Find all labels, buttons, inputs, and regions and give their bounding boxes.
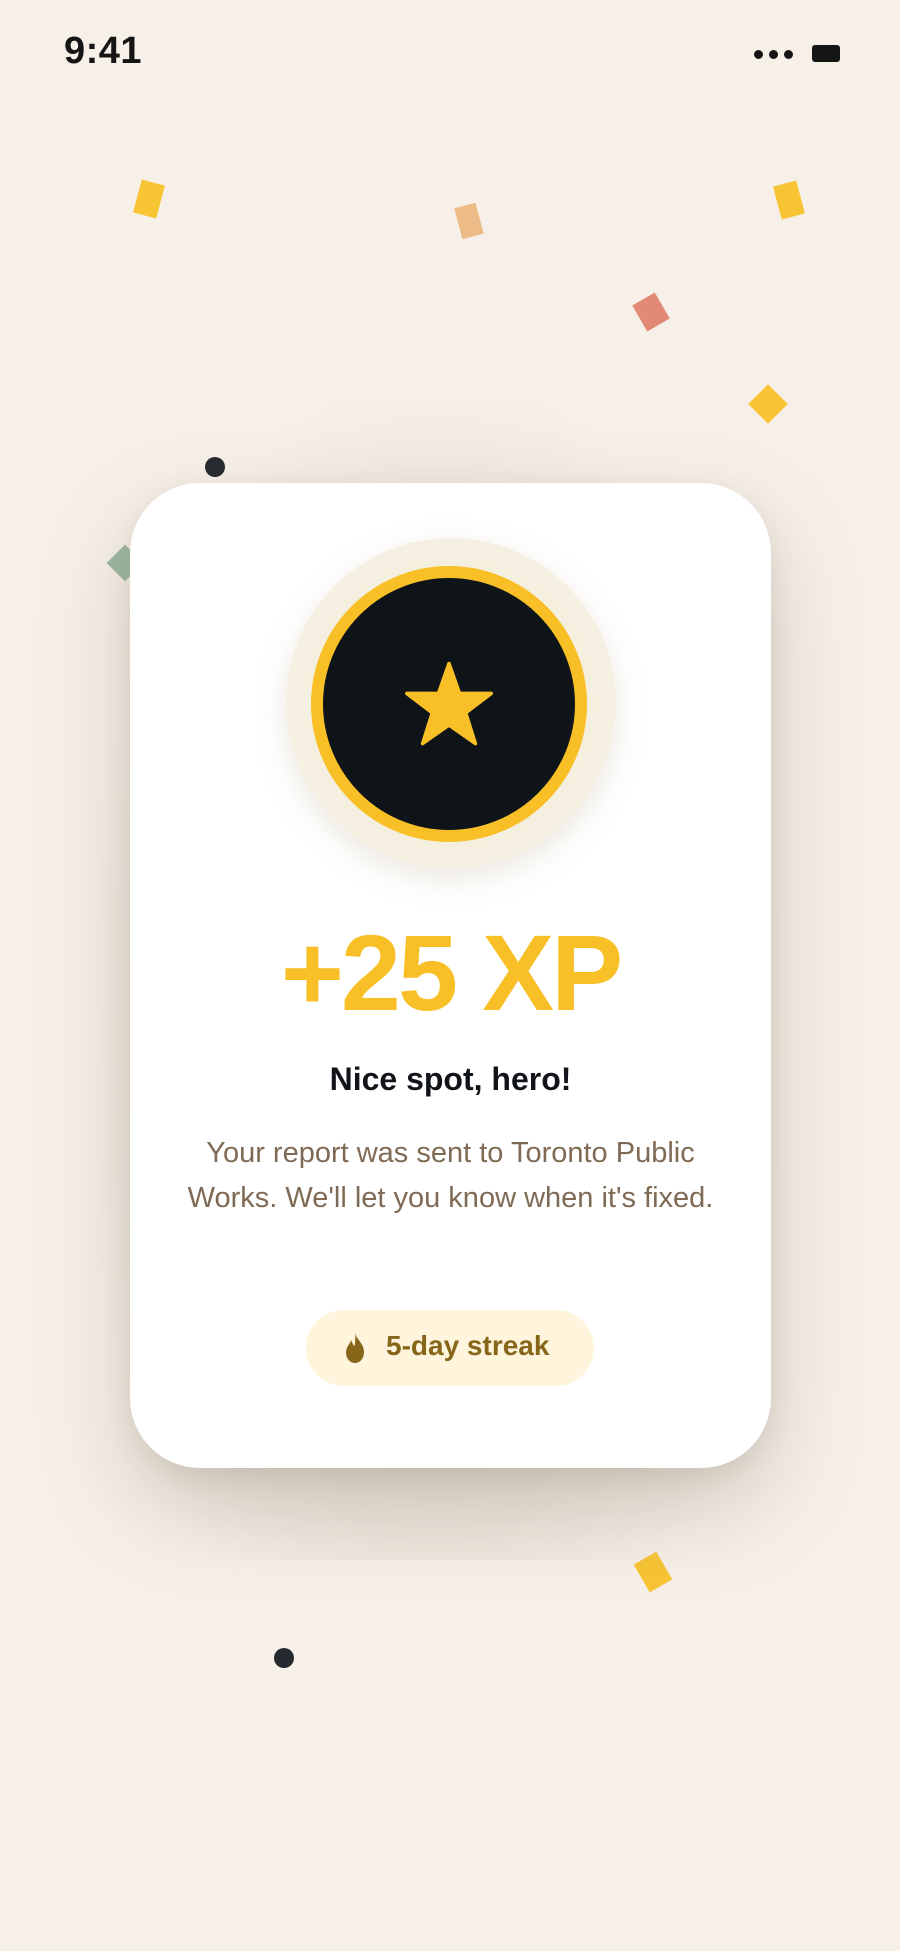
reward-card: +25 XP Nice spot, hero! Your report was … [130,483,771,1468]
reward-title: Nice spot, hero! [329,1061,572,1097]
star-badge [311,566,587,842]
battery-icon [812,45,840,62]
confetti-piece [773,180,805,220]
more-dots-icon [754,50,794,60]
streak-label: 5-day streak [386,1330,550,1361]
xp-amount: +25 XP [280,912,623,1033]
status-bar: 9:41 [0,0,900,110]
confetti-piece [454,202,484,240]
confetti-piece [133,179,165,219]
confetti-dot [274,1648,294,1668]
confetti-piece [632,292,670,332]
flame-icon [346,1333,364,1363]
streak-badge: 5-day streak [306,1310,594,1386]
star-icon [405,661,493,746]
reward-message: Your report was sent to Toronto Public W… [187,1137,714,1214]
status-time: 9:41 [64,30,143,72]
